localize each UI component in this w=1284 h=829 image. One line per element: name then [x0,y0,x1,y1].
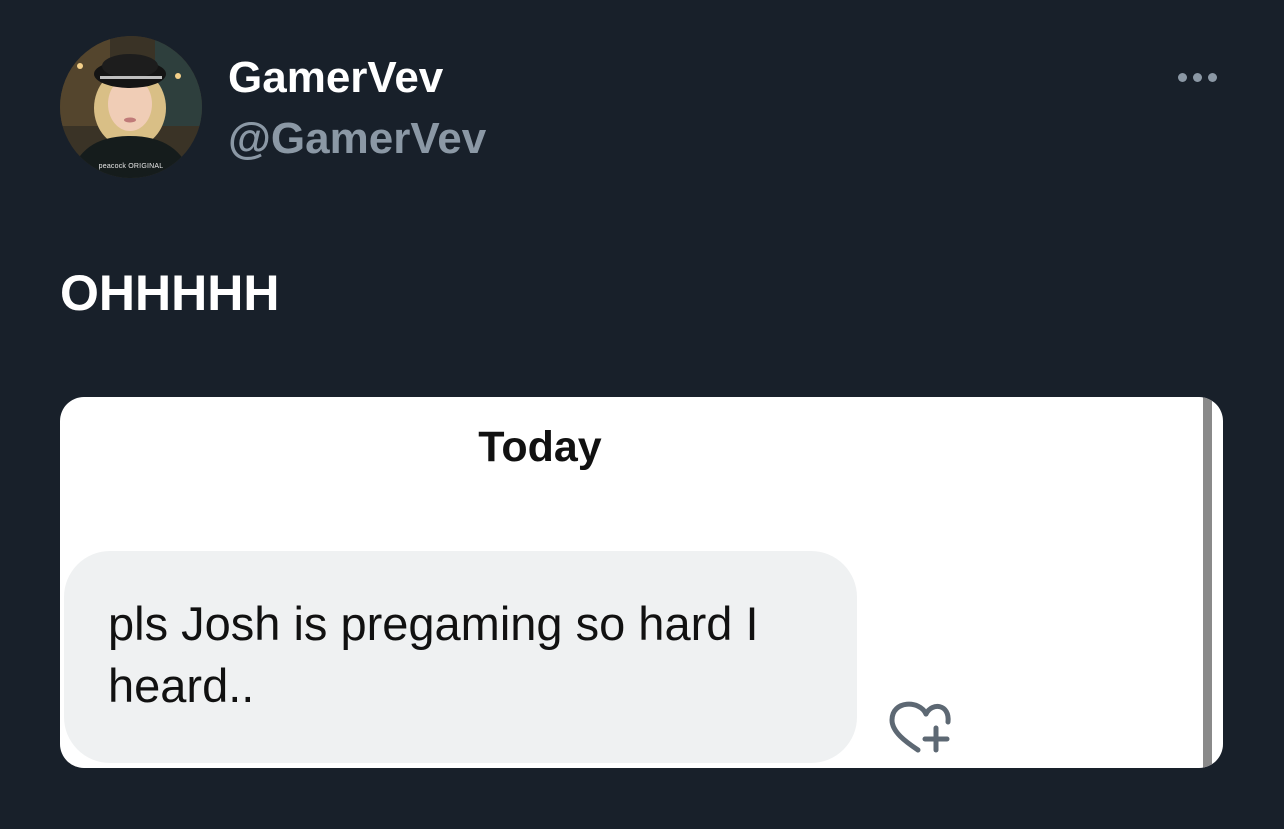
message-text: pls Josh is pregaming so hard I heard.. [108,597,759,712]
more-horizontal-icon-dot [1207,72,1217,82]
image-scrollbar [1203,397,1212,768]
avatar-watermark: peacock ORIGINAL [98,163,164,170]
avatar[interactable]: peacock ORIGINAL [60,36,202,178]
message-date-label: Today [478,423,602,471]
message-bubble: pls Josh is pregaming so hard I heard.. [64,551,857,763]
tweet-text: OHHHHH [60,265,280,321]
avatar-image [60,36,202,178]
heart-plus-icon [886,694,954,756]
more-horizontal-icon [1177,72,1187,82]
tweet-media-image[interactable]: Today pls Josh is pregaming so hard I he… [60,397,1223,768]
tweet-page: peacock ORIGINAL GamerVev @GamerVev OHHH… [0,0,1284,829]
more-options-button[interactable] [1172,64,1222,90]
user-handle[interactable]: @GamerVev [228,111,486,167]
display-name[interactable]: GamerVev [228,50,443,106]
more-horizontal-icon-dot [1192,72,1202,82]
